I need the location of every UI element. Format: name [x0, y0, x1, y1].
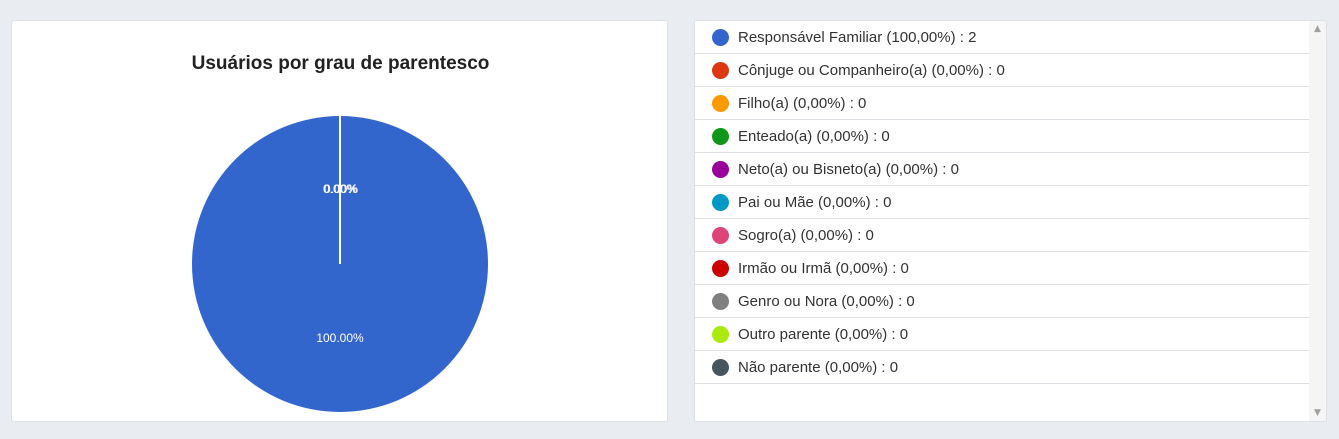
- legend-item[interactable]: Filho(a) (0,00%) : 0: [695, 87, 1310, 120]
- legend-label: Genro ou Nora (0,00%) : 0: [738, 292, 915, 310]
- scroll-down-arrow-icon[interactable]: ▼: [1309, 405, 1326, 421]
- legend-swatch: [712, 259, 729, 277]
- legend-swatch: [712, 358, 729, 376]
- legend-item[interactable]: Enteado(a) (0,00%) : 0: [695, 120, 1310, 153]
- legend-label: Neto(a) ou Bisneto(a) (0,00%) : 0: [738, 160, 959, 178]
- page: Usuários por grau de parentesco 100.00% 0…: [0, 0, 1339, 439]
- legend-swatch: [712, 61, 729, 79]
- legend-item[interactable]: Genro ou Nora (0,00%) : 0: [695, 285, 1310, 318]
- legend-swatch: [712, 193, 729, 211]
- chart-card: Usuários por grau de parentesco 100.00% 0…: [11, 20, 668, 422]
- legend-label: Responsável Familiar (100,00%) : 2: [738, 28, 977, 46]
- legend-item[interactable]: Neto(a) ou Bisneto(a) (0,00%) : 0: [695, 153, 1310, 186]
- legend-swatch: [712, 226, 729, 244]
- legend-item[interactable]: Pai ou Mãe (0,00%) : 0: [695, 186, 1310, 219]
- legend-label: Não parente (0,00%) : 0: [738, 358, 899, 376]
- legend-label: Outro parente (0,00%) : 0: [738, 325, 909, 343]
- legend-item[interactable]: Outro parente (0,00%) : 0: [695, 318, 1310, 351]
- legend-swatch: [712, 28, 729, 46]
- legend-item[interactable]: Irmão ou Irmã (0,00%) : 0: [695, 252, 1310, 285]
- legend-swatch: [712, 292, 729, 310]
- legend-swatch: [712, 160, 729, 178]
- legend-label: Cônjuge ou Companheiro(a) (0,00%) : 0: [738, 61, 1005, 79]
- scroll-up-arrow-icon[interactable]: ▲: [1309, 21, 1326, 37]
- legend-label: Pai ou Mãe (0,00%) : 0: [738, 193, 892, 211]
- legend-swatch: [712, 94, 729, 112]
- legend-panel: Responsável Familiar (100,00%) : 2 Cônju…: [694, 20, 1327, 422]
- legend-list: Responsável Familiar (100,00%) : 2 Cônju…: [695, 21, 1310, 384]
- pie-chart: 100.00%0.00%0.00%: [192, 116, 488, 412]
- legend-swatch: [712, 127, 729, 145]
- legend-swatch: [712, 325, 729, 343]
- legend-label: Sogro(a) (0,00%) : 0: [738, 226, 874, 244]
- legend-scrollbar[interactable]: ▲ ▼: [1309, 21, 1326, 421]
- legend-item[interactable]: Não parente (0,00%) : 0: [695, 351, 1310, 384]
- legend-label: Filho(a) (0,00%) : 0: [738, 94, 867, 112]
- legend-item[interactable]: Sogro(a) (0,00%) : 0: [695, 219, 1310, 252]
- pie-slice-label: 0.00%: [324, 182, 358, 196]
- legend-label: Irmão ou Irmã (0,00%) : 0: [738, 259, 909, 277]
- legend-label: Enteado(a) (0,00%) : 0: [738, 127, 890, 145]
- pie-slice-label: 100.00%: [316, 331, 364, 345]
- legend-item[interactable]: Cônjuge ou Companheiro(a) (0,00%) : 0: [695, 54, 1310, 87]
- legend-item[interactable]: Responsável Familiar (100,00%) : 2: [695, 21, 1310, 54]
